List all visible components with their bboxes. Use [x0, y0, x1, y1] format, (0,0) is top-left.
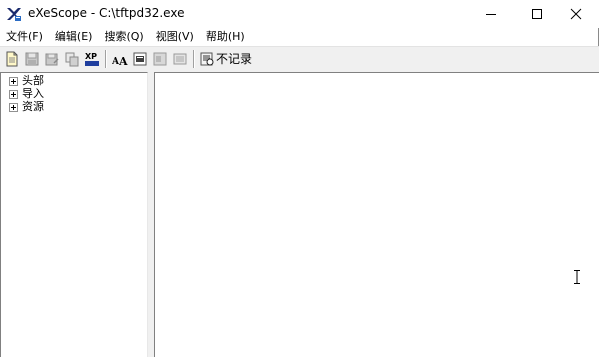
close-icon: [570, 8, 582, 20]
menu-bar: 文件(F) 编辑(E) 搜索(Q) 视图(V) 帮助(H): [0, 28, 599, 46]
resource-tree[interactable]: 头部 导入 资源: [0, 72, 148, 357]
no-record-label[interactable]: 不记录: [216, 51, 252, 67]
app-window: eXeScope - C:\tftpd32.exe 文件(F) 编辑(E) 搜索…: [0, 0, 599, 357]
tree-item-header[interactable]: 头部: [9, 75, 44, 87]
title-bar[interactable]: eXeScope - C:\tftpd32.exe: [0, 0, 599, 28]
export-icon[interactable]: [172, 51, 188, 67]
menu-edit[interactable]: 编辑(E): [49, 28, 99, 46]
text-cursor-icon: [574, 270, 580, 284]
app-icon: [6, 6, 22, 22]
new-file-icon[interactable]: [4, 51, 20, 67]
maximize-icon: [532, 9, 542, 19]
tree-item-resources[interactable]: 资源: [9, 101, 44, 113]
expand-icon[interactable]: [9, 76, 18, 86]
resource-icon[interactable]: [132, 51, 148, 67]
svg-text:XP: XP: [85, 52, 97, 61]
tree-item-label: 头部: [22, 74, 44, 87]
menu-view[interactable]: 视图(V): [150, 28, 200, 46]
minimize-button[interactable]: [468, 0, 514, 28]
dialog-icon[interactable]: [152, 51, 168, 67]
tree-item-import[interactable]: 导入: [9, 88, 44, 100]
minimize-icon: [486, 14, 496, 15]
pane-area: 头部 导入 资源: [0, 70, 599, 357]
tree-item-label: 导入: [22, 87, 44, 100]
toolbar-separator: [105, 50, 107, 68]
xp-style-icon[interactable]: XP: [84, 51, 100, 67]
detail-pane[interactable]: [154, 72, 599, 357]
menu-file[interactable]: 文件(F): [0, 28, 49, 46]
save-as-icon[interactable]: [44, 51, 60, 67]
toolbar-separator: [193, 50, 195, 68]
menu-help[interactable]: 帮助(H): [200, 28, 251, 46]
copy-icon[interactable]: [64, 51, 80, 67]
window-title: eXeScope - C:\tftpd32.exe: [28, 6, 185, 20]
close-button[interactable]: [553, 0, 599, 28]
menu-search[interactable]: 搜索(Q): [98, 28, 149, 46]
font-icon[interactable]: A A: [112, 51, 128, 67]
expand-icon[interactable]: [9, 102, 18, 112]
tree-item-label: 资源: [22, 100, 44, 113]
toolbar: XP A A 不记录: [0, 46, 599, 70]
no-record-icon[interactable]: [199, 51, 215, 67]
save-icon[interactable]: [24, 51, 40, 67]
expand-icon[interactable]: [9, 89, 18, 99]
svg-text:A: A: [118, 55, 128, 67]
